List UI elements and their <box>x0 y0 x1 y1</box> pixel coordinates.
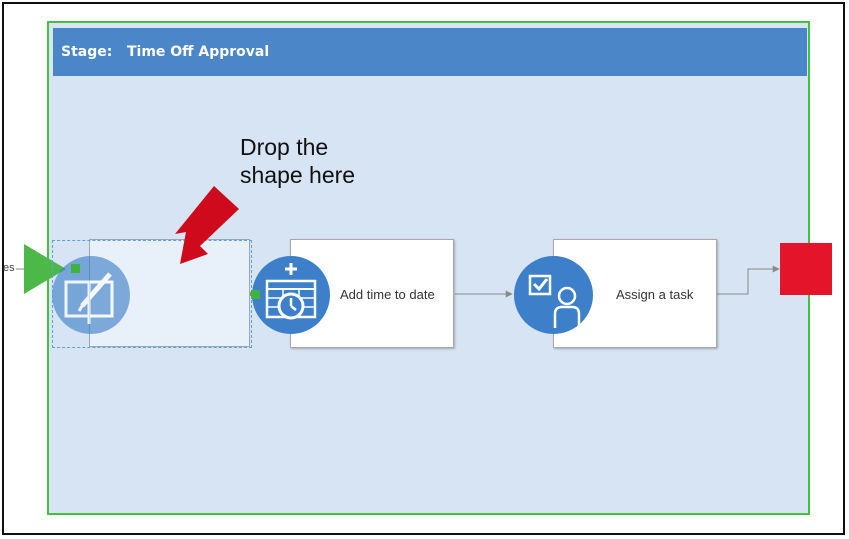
end-marker[interactable] <box>780 243 832 295</box>
calendar-clock-icon[interactable] <box>252 256 330 334</box>
pointer-arrow-icon <box>175 186 239 264</box>
step-label-assign-task: Assign a task <box>616 287 694 302</box>
connection-handle-right[interactable] <box>251 290 260 299</box>
task-assign-icon[interactable] <box>514 256 593 334</box>
step-label-add-time: Add time to date <box>340 287 435 302</box>
incoming-connector-label: es <box>3 262 15 274</box>
connection-handle-left[interactable] <box>71 264 80 273</box>
connector-assign-to-end <box>717 265 780 295</box>
